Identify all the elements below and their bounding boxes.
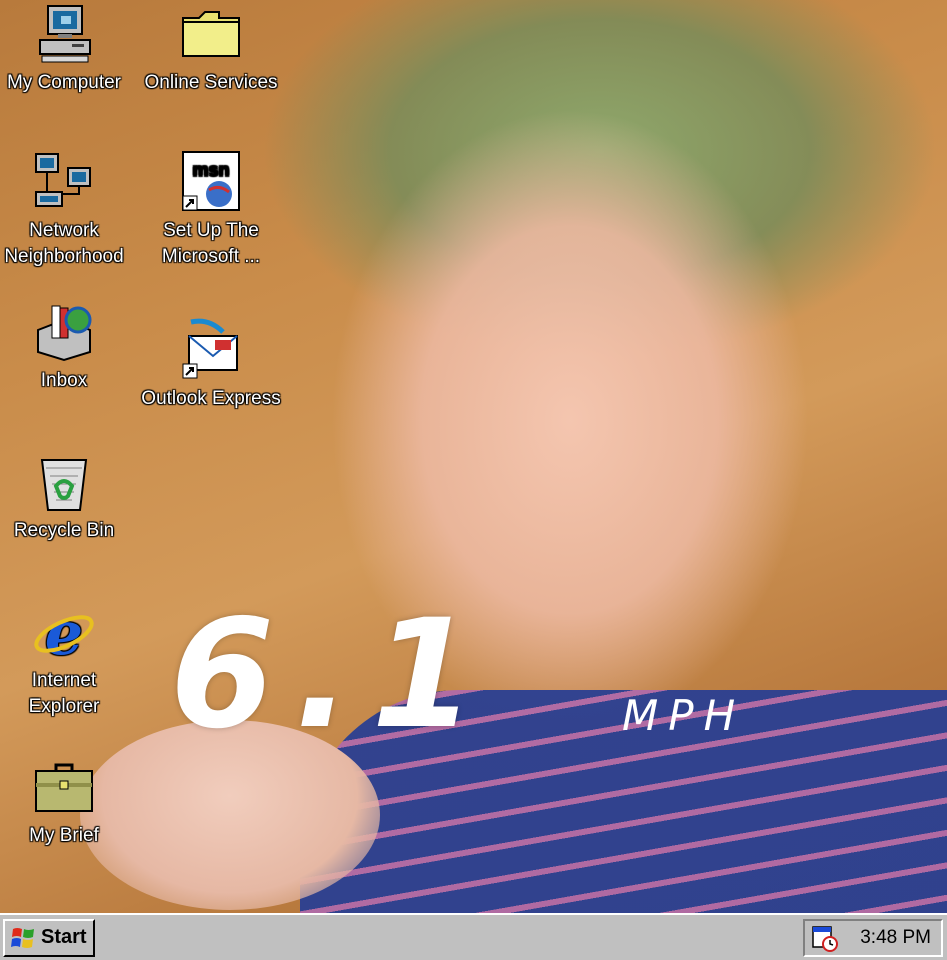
desktop-icon-my-computer[interactable]: My Computer — [0, 2, 134, 96]
desktop-icon-msn-setup[interactable]: msn Set Up The Microsoft ... — [141, 150, 281, 270]
inbox-icon — [37, 305, 92, 362]
desktop-icon-label: Internet Explorer — [28, 670, 100, 717]
speed-unit: MPH — [622, 691, 746, 740]
taskbar: Start 3:48 PM — [0, 913, 947, 960]
windows-logo-icon — [11, 928, 34, 948]
task-scheduler-icon[interactable] — [811, 925, 839, 953]
svg-text:e: e — [45, 600, 83, 664]
desktop-icon-my-briefcase[interactable]: My Brief — [0, 755, 134, 849]
speed-readout: 6.1 — [170, 588, 496, 762]
svg-text:msn: msn — [192, 160, 229, 180]
desktop-icon-label: Set Up The Microsoft ... — [161, 220, 261, 267]
outlook-express-icon — [182, 318, 238, 379]
msn-icon: msn — [182, 151, 240, 211]
desktop-wallpaper: My Computer Online Services Network Neig… — [0, 0, 947, 913]
desktop-icon-label: My Brief — [29, 825, 99, 846]
desktop-icon-network-neighborhood[interactable]: Network Neighborhood — [0, 150, 134, 270]
desktop-icon-label: Inbox — [40, 370, 88, 391]
start-button[interactable]: Start — [3, 919, 95, 957]
desktop-icon-label: Outlook Express — [141, 388, 281, 409]
desktop-icon-internet-explorer[interactable]: e Internet Explorer — [0, 600, 134, 720]
recycle-bin-icon — [40, 459, 88, 511]
my-computer-icon — [39, 5, 91, 63]
start-label: Start — [41, 926, 87, 948]
system-tray: 3:48 PM — [803, 919, 943, 957]
desktop-icon-label: Network Neighborhood — [4, 220, 124, 267]
desktop-icon-outlook-express[interactable]: Outlook Express — [141, 318, 281, 412]
desktop-icon-recycle-bin[interactable]: Recycle Bin — [0, 450, 134, 544]
desktop-icon-online-services[interactable]: Online Services — [141, 2, 281, 96]
internet-explorer-icon: e — [34, 600, 94, 664]
network-neighborhood-icon — [35, 153, 91, 207]
desktop-icon-label: Online Services — [144, 72, 278, 93]
desktop-icon-label: My Computer — [6, 72, 122, 93]
desktop-icon-label: Recycle Bin — [13, 520, 115, 541]
desktop-icon-inbox[interactable]: Inbox — [0, 300, 134, 394]
taskbar-clock[interactable]: 3:48 PM — [860, 921, 931, 955]
briefcase-icon — [35, 763, 93, 812]
folder-icon — [182, 11, 240, 57]
